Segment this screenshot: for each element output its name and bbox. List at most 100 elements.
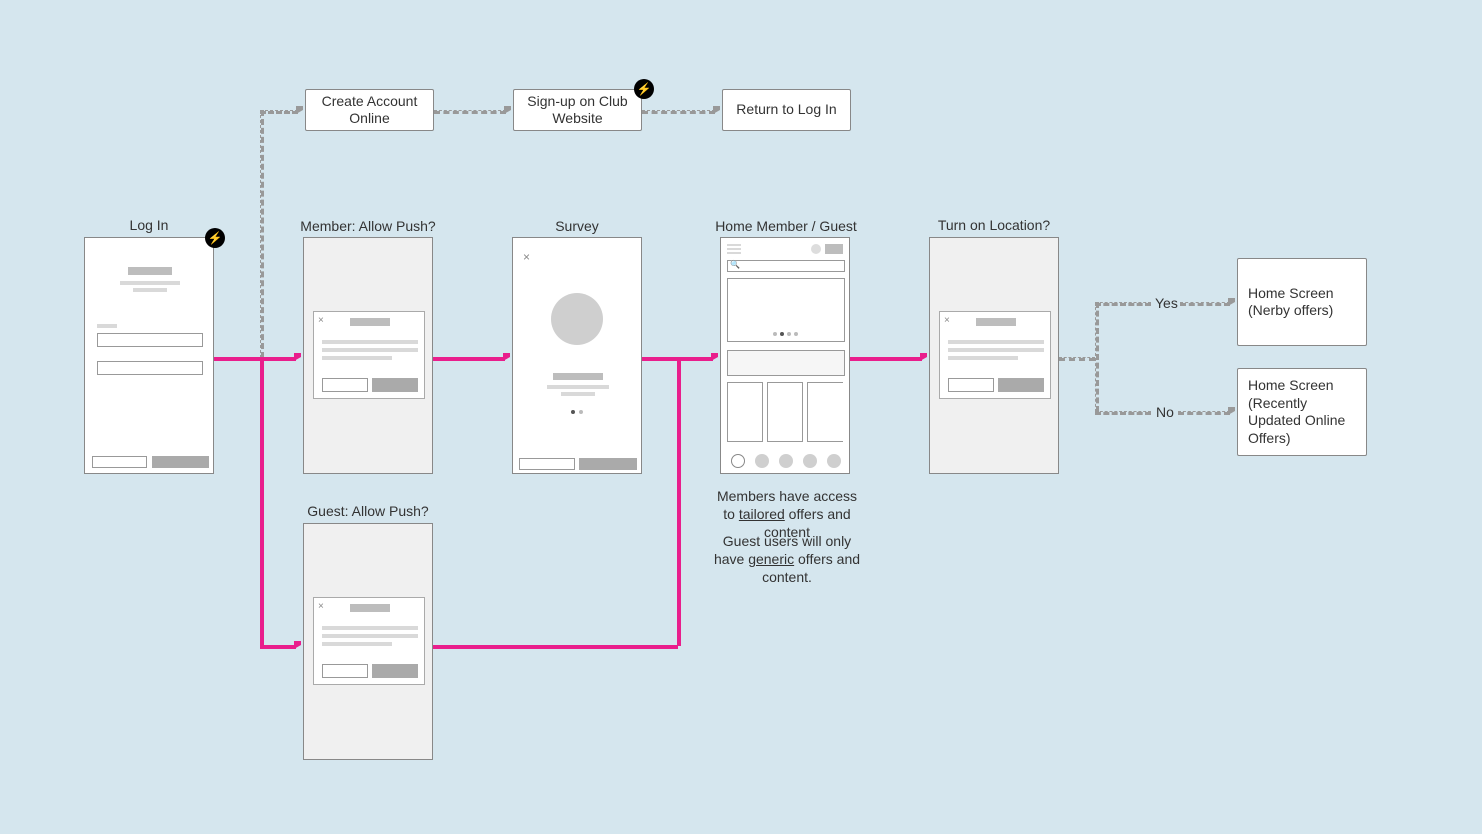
nav-dot (731, 454, 745, 468)
prompt-card: × (939, 311, 1051, 399)
arrowhead-icon (1228, 298, 1235, 306)
prompt-card: × (313, 311, 425, 399)
arrowhead-icon (294, 641, 301, 649)
button-placeholder (579, 458, 637, 470)
title-home-member-guest: Home Member / Guest (701, 218, 871, 234)
arrowhead-icon (294, 353, 301, 361)
input-placeholder (97, 361, 203, 375)
lightning-icon: ⚡ (634, 79, 654, 99)
avatar-placeholder (811, 244, 821, 254)
node-label: Home Screen (Recently Updated Online Off… (1248, 377, 1356, 447)
node-label: Home Screen (Nerby offers) (1248, 285, 1356, 320)
flow-diagram-canvas: Create Account Online Sign-up on Club We… (0, 0, 1482, 834)
close-icon: × (523, 250, 530, 264)
search-icon: 🔍 (730, 260, 740, 269)
placeholder-bar (948, 348, 1044, 352)
search-placeholder: 🔍 (727, 260, 845, 272)
connector (850, 357, 922, 361)
placeholder-bar (128, 267, 172, 275)
button-placeholder (372, 664, 418, 678)
placeholder-bar (561, 392, 595, 396)
connector (642, 357, 678, 361)
node-create-account: Create Account Online (305, 89, 434, 131)
screen-member-push: × (303, 237, 433, 474)
close-icon: × (318, 315, 324, 326)
close-icon: × (944, 315, 950, 326)
nav-dots (731, 454, 841, 468)
connector (677, 357, 713, 361)
connector (260, 110, 298, 114)
placeholder-bar (948, 340, 1044, 344)
image-placeholder-circle (551, 293, 603, 345)
nav-dot (755, 454, 769, 468)
placeholder-bar (322, 356, 392, 360)
placeholder-bar (350, 604, 390, 612)
nav-dot (803, 454, 817, 468)
connector (260, 357, 296, 361)
connector (433, 645, 678, 649)
connector (1095, 411, 1151, 415)
connector (1059, 357, 1095, 361)
connector (260, 110, 264, 358)
hamburger-icon (727, 252, 741, 254)
input-placeholder (97, 333, 203, 347)
button-placeholder (948, 378, 994, 392)
node-return-login: Return to Log In (722, 89, 851, 131)
placeholder-bar (322, 348, 418, 352)
title-guest-push: Guest: Allow Push? (288, 503, 448, 519)
pagination-dot (787, 332, 791, 336)
title-log-in: Log In (84, 217, 214, 233)
button-placeholder (322, 664, 368, 678)
node-home-nearby: Home Screen (Nerby offers) (1237, 258, 1367, 346)
connector (1180, 302, 1230, 306)
pagination-dot (579, 410, 583, 414)
connector (1095, 302, 1099, 412)
connector (214, 357, 261, 361)
lightning-icon: ⚡ (205, 228, 225, 248)
placeholder-bar (948, 356, 1018, 360)
placeholder-bar (322, 626, 418, 630)
label-yes: Yes (1155, 295, 1178, 311)
screen-home-member-guest: 🔍 (720, 237, 850, 474)
nav-dot (827, 454, 841, 468)
placeholder-bar (350, 318, 390, 326)
connector (434, 110, 506, 114)
placeholder-bar (120, 281, 180, 285)
placeholder-bar (97, 324, 117, 328)
connector (1095, 302, 1151, 306)
connector (260, 357, 264, 646)
node-signup-club: Sign-up on Club Website (513, 89, 642, 131)
hamburger-icon (727, 248, 741, 250)
node-label: Sign-up on Club Website (522, 93, 633, 128)
button-placeholder (92, 456, 147, 468)
placeholder-bar (322, 340, 418, 344)
placeholder-bar (133, 288, 167, 292)
arrowhead-icon (296, 106, 303, 114)
pagination-dots (773, 332, 798, 336)
button-placeholder (322, 378, 368, 392)
screen-location: × (929, 237, 1059, 474)
pagination-dot (773, 332, 777, 336)
node-label: Create Account Online (314, 93, 425, 128)
connector (1178, 411, 1230, 415)
node-home-online: Home Screen (Recently Updated Online Off… (1237, 368, 1367, 456)
arrowhead-icon (1228, 407, 1235, 415)
button-placeholder (372, 378, 418, 392)
caption-guests: Guest users will only have generic offer… (712, 532, 862, 587)
button-placeholder (152, 456, 209, 468)
screen-survey: × (512, 237, 642, 474)
arrowhead-icon (711, 353, 718, 361)
pagination-dot (794, 332, 798, 336)
pagination-dot (571, 410, 575, 414)
button-placeholder (998, 378, 1044, 392)
connector (642, 110, 715, 114)
connector (677, 357, 681, 646)
placeholder-bar (976, 318, 1016, 326)
node-label: Return to Log In (736, 101, 836, 119)
arrowhead-icon (504, 106, 511, 114)
prompt-card: × (313, 597, 425, 685)
title-location: Turn on Location? (914, 217, 1074, 233)
arrowhead-icon (713, 106, 720, 114)
title-member-push: Member: Allow Push? (288, 218, 448, 234)
placeholder-bar (322, 642, 392, 646)
